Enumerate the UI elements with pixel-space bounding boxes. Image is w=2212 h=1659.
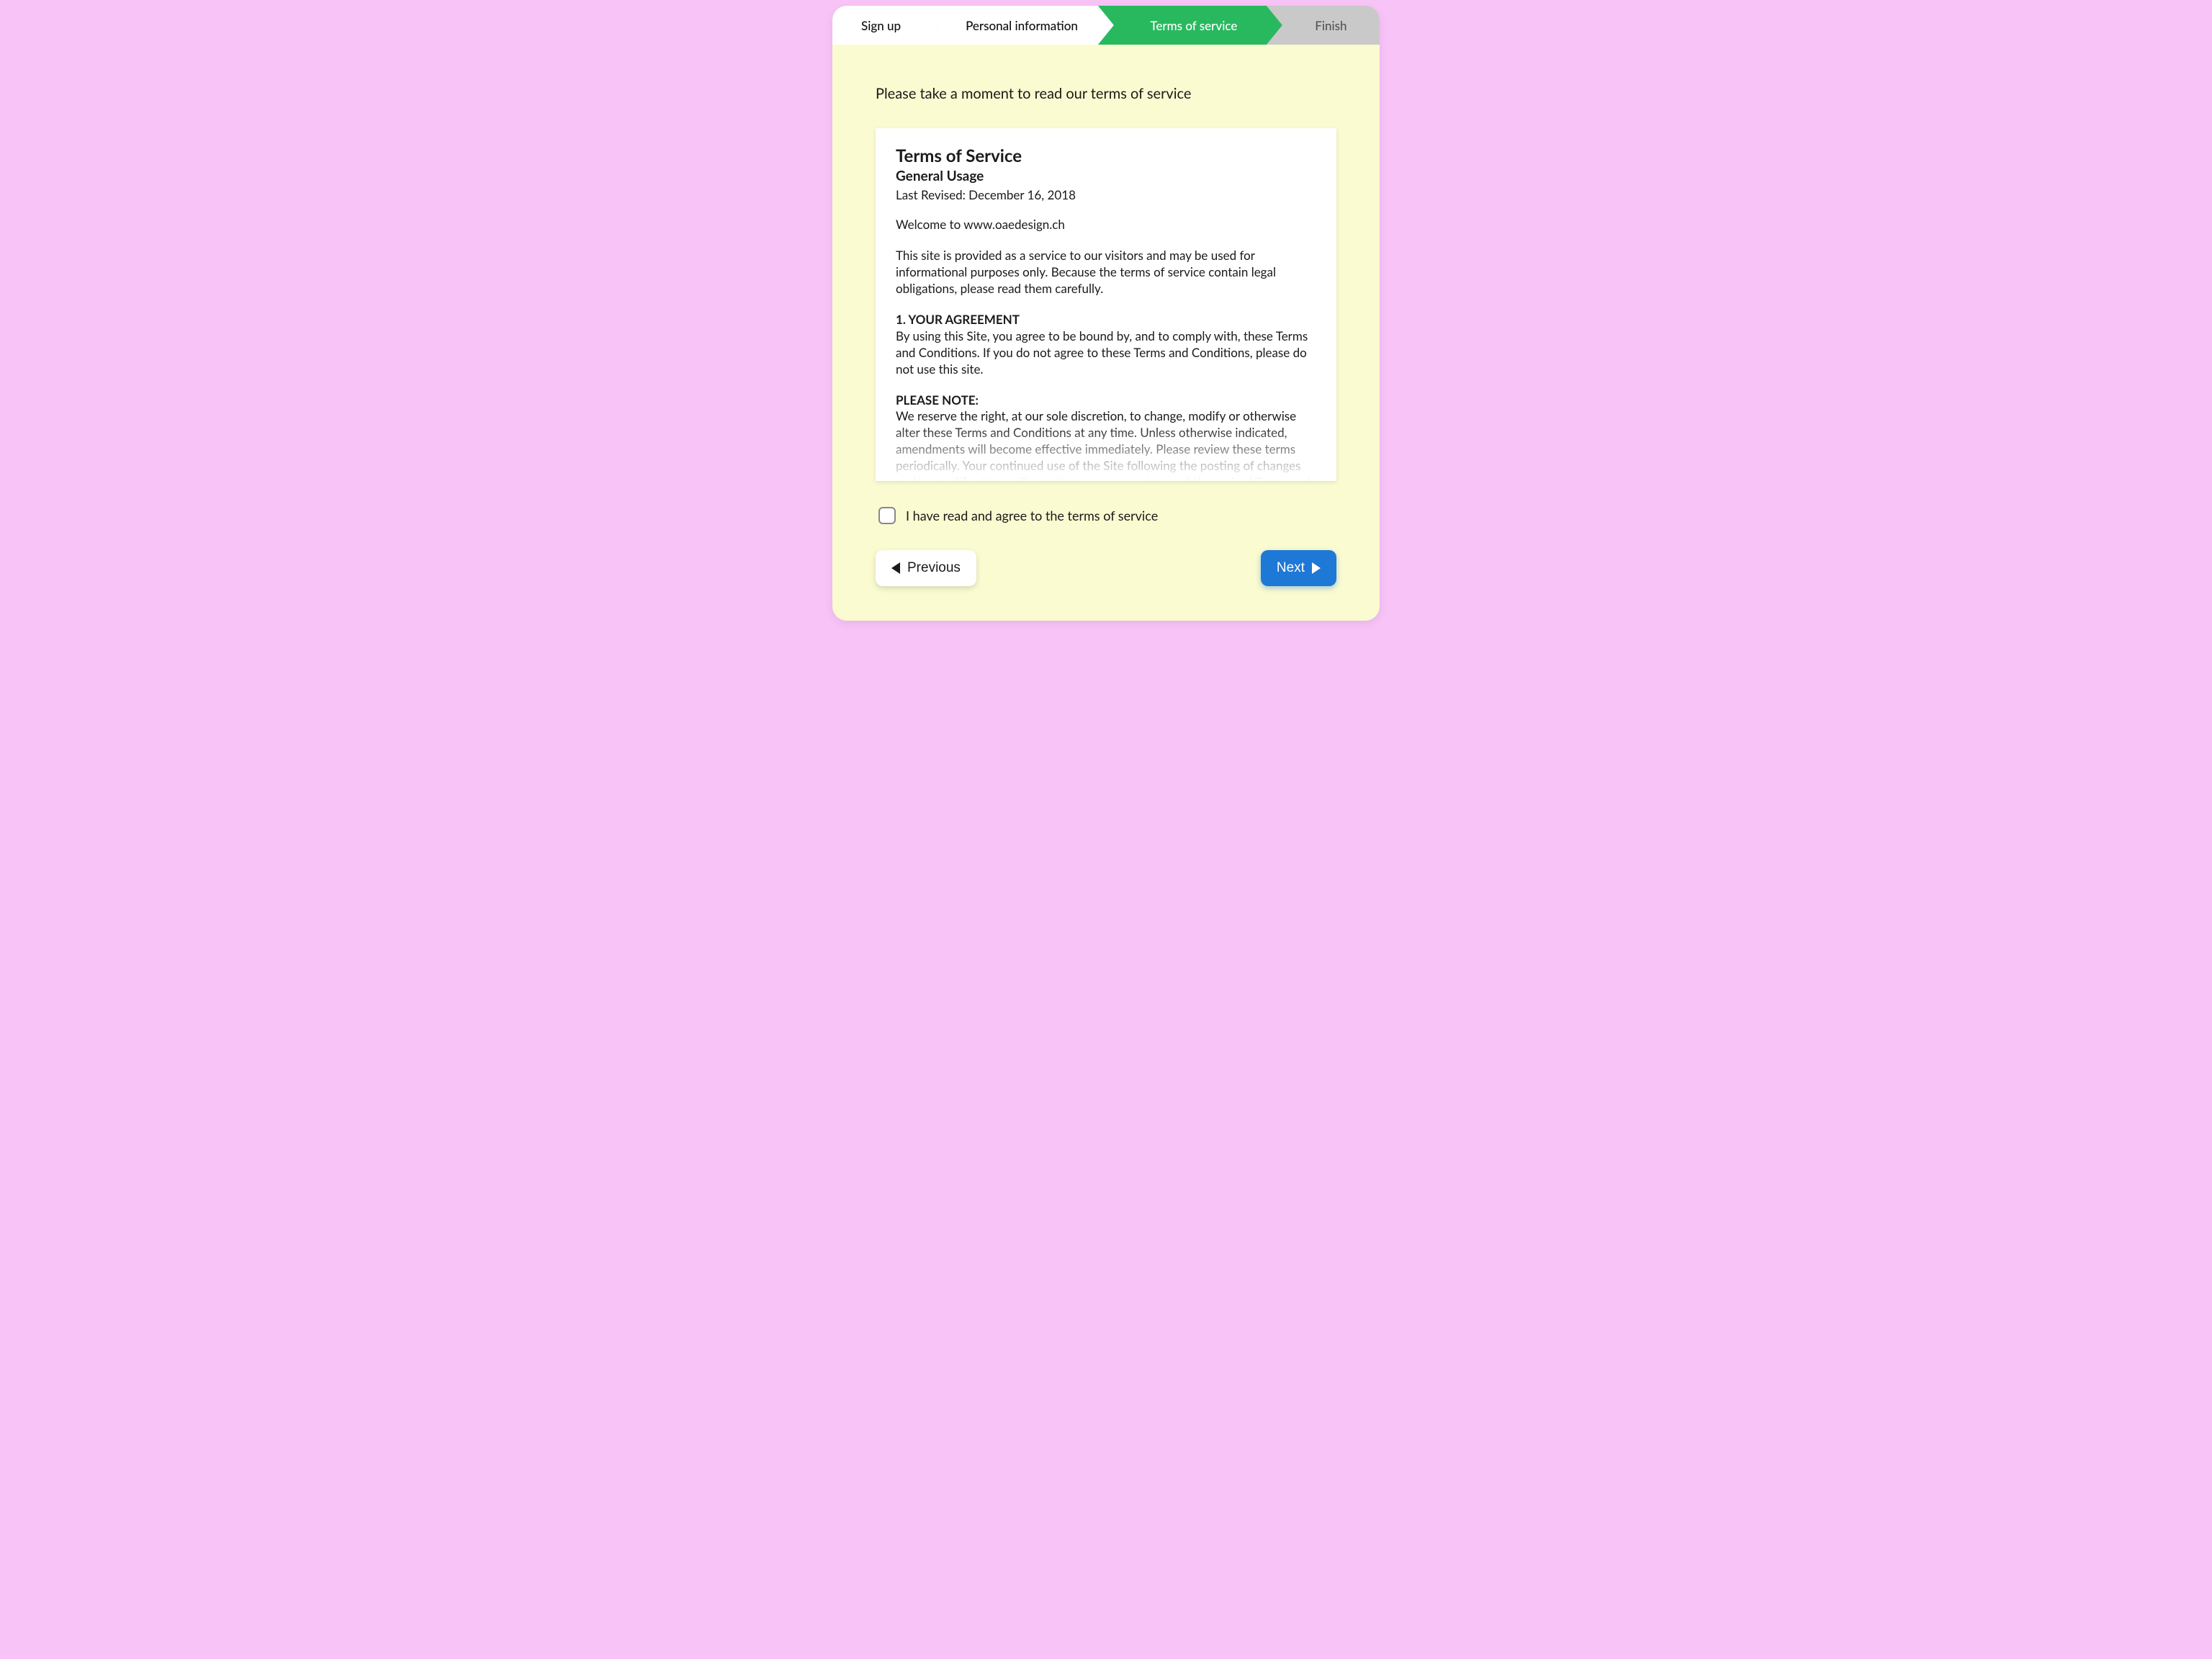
step-label: Sign up	[861, 18, 901, 33]
terms-section-1: 1. YOUR AGREEMENT By using this Site, yo…	[896, 312, 1316, 378]
agree-checkbox[interactable]	[878, 507, 896, 524]
step-terms-of-service[interactable]: Terms of service	[1098, 6, 1282, 45]
terms-revised-date: Last Revised: December 16, 2018	[896, 187, 1316, 202]
previous-button[interactable]: Previous	[876, 550, 976, 586]
step-label: Finish	[1315, 18, 1346, 33]
wizard-card: Sign up Personal information Terms of se…	[832, 6, 1380, 621]
triangle-left-icon	[891, 562, 900, 574]
terms-subtitle: General Usage	[896, 168, 1316, 184]
terms-section-1-body: By using this Site, you agree to be boun…	[896, 328, 1308, 377]
agree-label: I have read and agree to the terms of se…	[906, 508, 1158, 523]
button-row: Previous Next	[876, 550, 1336, 586]
terms-section-1-heading: 1. YOUR AGREEMENT	[896, 312, 1020, 327]
instruction-text: Please take a moment to read our terms o…	[876, 85, 1336, 102]
step-personal-info[interactable]: Personal information	[922, 6, 1114, 45]
content-area: Please take a moment to read our terms o…	[832, 45, 1380, 621]
stepper: Sign up Personal information Terms of se…	[832, 6, 1380, 45]
next-button-label: Next	[1277, 560, 1305, 576]
triangle-right-icon	[1312, 562, 1321, 574]
terms-title: Terms of Service	[896, 145, 1316, 166]
terms-note-heading: PLEASE NOTE:	[896, 392, 979, 408]
terms-body: Welcome to www.oaedesign.ch This site is…	[896, 217, 1316, 481]
terms-scroll-area[interactable]: Terms of Service General Usage Last Revi…	[876, 128, 1336, 481]
terms-note-body: We reserve the right, at our sole discre…	[896, 408, 1310, 481]
terms-intro: This site is provided as a service to ou…	[896, 248, 1316, 297]
step-signup[interactable]: Sign up	[832, 6, 938, 45]
previous-button-label: Previous	[907, 560, 961, 576]
step-label: Terms of service	[1150, 18, 1237, 33]
step-label: Personal information	[966, 18, 1078, 33]
terms-note: PLEASE NOTE: We reserve the right, at ou…	[896, 392, 1316, 482]
step-finish: Finish	[1267, 6, 1380, 45]
terms-container: Terms of Service General Usage Last Revi…	[876, 128, 1336, 481]
next-button[interactable]: Next	[1261, 550, 1336, 586]
terms-welcome: Welcome to www.oaedesign.ch	[896, 217, 1316, 233]
agree-row: I have read and agree to the terms of se…	[876, 507, 1336, 524]
